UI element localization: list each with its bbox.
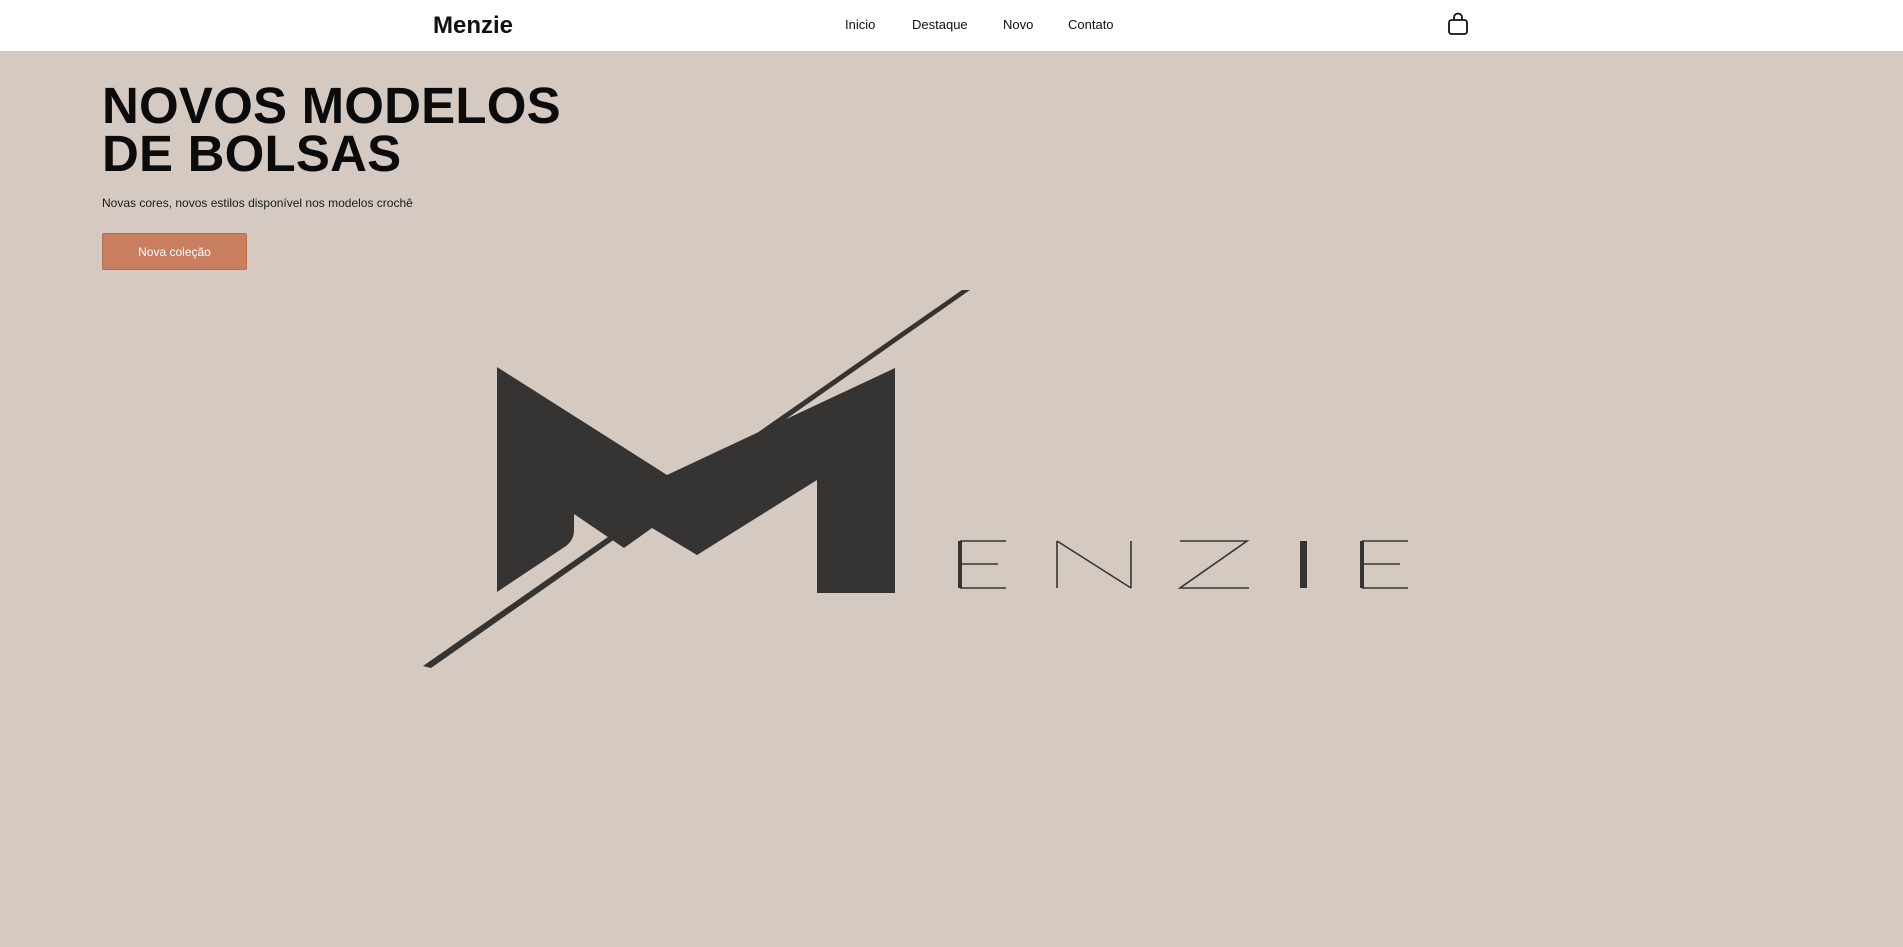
top-navbar: Menzie Inicio Destaque Novo Contato bbox=[0, 0, 1903, 51]
hero-title-line-1: NOVOS MODELOS bbox=[102, 77, 561, 134]
logo-slash bbox=[423, 290, 970, 668]
nav-link-inicio[interactable]: Inicio bbox=[845, 17, 875, 33]
hero-subtitle: Novas cores, novos estilos disponível no… bbox=[102, 196, 413, 210]
new-collection-button[interactable]: Nova coleção bbox=[102, 233, 247, 270]
shopping-bag-icon[interactable] bbox=[1447, 12, 1469, 36]
hero-title: NOVOS MODELOS DE BOLSAS bbox=[102, 77, 561, 182]
hero-title-line-2: DE BOLSAS bbox=[102, 125, 402, 182]
nav-link-contato[interactable]: Contato bbox=[1068, 17, 1114, 33]
nav-link-destaque[interactable]: Destaque bbox=[912, 17, 968, 33]
logo-wordmark bbox=[958, 540, 1408, 589]
logo-m-shape bbox=[497, 367, 895, 593]
nav-link-novo[interactable]: Novo bbox=[1003, 17, 1033, 33]
brand-name[interactable]: Menzie bbox=[433, 12, 513, 40]
